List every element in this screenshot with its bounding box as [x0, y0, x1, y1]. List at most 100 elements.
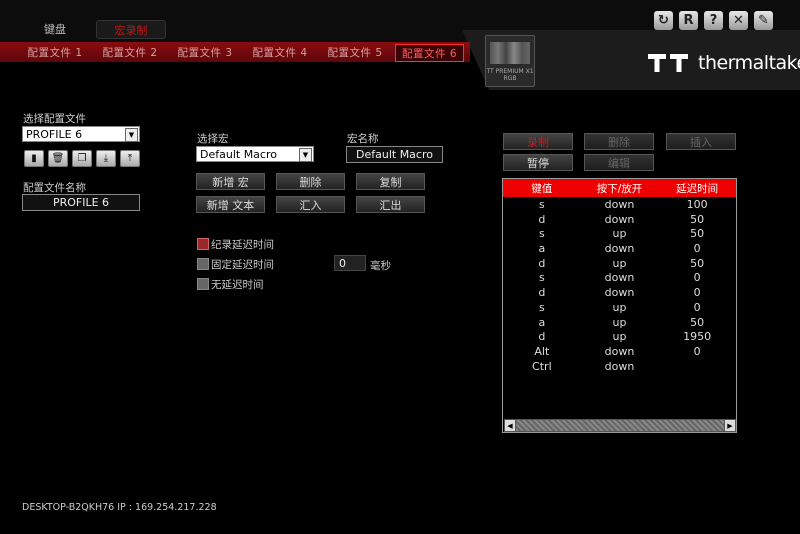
cell-delay — [658, 360, 736, 375]
cell-action: down — [604, 198, 635, 211]
keyboard-image — [490, 42, 530, 64]
cell-key: s — [538, 198, 545, 211]
thermaltake-logo-icon — [648, 54, 688, 72]
record-button[interactable]: 录制 — [503, 133, 573, 150]
cell-key: a — [538, 315, 546, 329]
record-delay-label: 纪录延迟时间 — [211, 239, 274, 251]
tab-profile-4[interactable]: 配置文件 4 — [245, 44, 315, 60]
table-body: s down 100 d down 50 s up 50 a down 0 d up 50 s dow… — [503, 198, 736, 374]
cell-key: d — [538, 330, 546, 344]
cell-delay: 0 — [693, 344, 701, 358]
fixed-delay-input[interactable]: 0 — [334, 255, 366, 271]
profile-select[interactable]: PROFILE 6 ▼ — [22, 126, 140, 142]
table-row[interactable]: s down 0 — [503, 271, 736, 286]
no-delay-checkbox[interactable] — [197, 278, 209, 290]
cell-key: Alt — [534, 344, 550, 358]
select-profile-label: 选择配置文件 — [23, 113, 86, 125]
column-press-release[interactable]: 按下/放开 — [581, 179, 659, 197]
tab-profile-1[interactable]: 配置文件 1 — [20, 44, 90, 60]
new-text-button[interactable]: 新增 文本 — [196, 196, 265, 213]
chevron-down-icon[interactable]: ▼ — [299, 148, 312, 162]
table-row[interactable]: d down 50 — [503, 213, 736, 228]
reset-icon[interactable]: R — [679, 11, 698, 30]
table-row[interactable]: s up 0 — [503, 301, 736, 316]
copy-macro-button[interactable]: 复制 — [356, 173, 425, 190]
horizontal-scrollbar[interactable]: ◀ ▶ — [504, 419, 736, 432]
macro-select[interactable]: Default Macro ▼ — [196, 146, 314, 162]
tools-icon[interactable]: ✎ — [754, 11, 773, 30]
cell-action: down — [604, 344, 635, 358]
macro-steps-table: 键值 按下/放开 延迟时间 s down 100 d down 50 s up 50 a do… — [502, 178, 737, 433]
table-row[interactable]: d up 50 — [503, 257, 736, 272]
table-header: 键值 按下/放开 延迟时间 — [503, 179, 736, 197]
table-row[interactable]: d up 1950 — [503, 330, 736, 345]
cell-key: s — [538, 300, 545, 314]
table-row[interactable]: d down 0 — [503, 286, 736, 301]
edit-step-button[interactable]: 编辑 — [584, 154, 654, 171]
import-macro-button[interactable]: 汇入 — [276, 196, 345, 213]
export-icon[interactable]: ⤒ — [120, 150, 140, 167]
cell-key: d — [538, 286, 546, 300]
new-macro-button[interactable]: 新增 宏 — [196, 173, 265, 190]
cell-delay: 50 — [690, 227, 705, 241]
cell-key: Ctrl — [532, 359, 552, 373]
insert-step-button[interactable]: 插入 — [666, 133, 736, 150]
help-icon[interactable]: ? — [704, 11, 723, 30]
close-icon[interactable]: ✕ — [729, 11, 748, 30]
pause-button[interactable]: 暂停 — [503, 154, 573, 171]
cell-key: s — [538, 271, 545, 285]
refresh-icon[interactable]: ↻ — [654, 11, 673, 30]
export-macro-button[interactable]: 汇出 — [356, 196, 425, 213]
cell-action: up — [612, 256, 627, 270]
copy-icon[interactable]: ❐ — [72, 150, 92, 167]
tab-profile-2[interactable]: 配置文件 2 — [95, 44, 165, 60]
fixed-delay-label: 固定延迟时间 — [211, 259, 274, 271]
table-row[interactable]: Alt down 0 — [503, 345, 736, 360]
scroll-right-icon[interactable]: ▶ — [725, 420, 735, 431]
device-thumbnail[interactable]: TT PREMIUM X1 RGB — [485, 35, 535, 87]
macro-name-field[interactable]: Default Macro — [346, 146, 443, 163]
tab-keyboard[interactable]: 键盘 — [30, 20, 80, 37]
table-row[interactable]: s down 100 — [503, 198, 736, 213]
delete-step-button[interactable]: 删除 — [584, 133, 654, 150]
device-label: TT PREMIUM X1 RGB — [486, 68, 534, 82]
profile-name-label: 配置文件名称 — [23, 182, 86, 194]
table-row[interactable]: s up 50 — [503, 227, 736, 242]
profile-name-field[interactable]: PROFILE 6 — [22, 194, 140, 211]
tab-profile-5[interactable]: 配置文件 5 — [320, 44, 390, 60]
cell-action: up — [612, 300, 627, 314]
cell-key: d — [538, 256, 546, 270]
column-key[interactable]: 键值 — [503, 179, 581, 197]
scrollbar-thumb[interactable] — [516, 420, 724, 431]
host-ip-status: DESKTOP-B2QKH76 IP : 169.254.217.228 — [22, 502, 217, 513]
table-row[interactable]: Ctrl down — [503, 360, 736, 375]
cell-delay: 100 — [686, 198, 708, 211]
cell-action: up — [612, 227, 627, 241]
tab-profile-3[interactable]: 配置文件 3 — [170, 44, 240, 60]
cell-delay: 0 — [693, 300, 701, 314]
save-icon[interactable]: ▮ — [24, 150, 44, 167]
cell-delay: 50 — [690, 315, 705, 329]
select-macro-label: 选择宏 — [197, 133, 229, 145]
trash-icon[interactable]: 🗑 — [48, 150, 68, 167]
cell-action: up — [612, 315, 627, 329]
scroll-left-icon[interactable]: ◀ — [505, 420, 515, 431]
table-row[interactable]: a down 0 — [503, 242, 736, 257]
tab-macro[interactable]: 宏录制 — [96, 20, 166, 39]
tab-profile-6[interactable]: 配置文件 6 — [395, 44, 464, 62]
brand-name: thermaltake — [698, 52, 800, 74]
column-delay[interactable]: 延迟时间 — [658, 179, 736, 197]
delete-macro-button[interactable]: 删除 — [276, 173, 345, 190]
chevron-down-icon[interactable]: ▼ — [125, 128, 138, 142]
fixed-delay-checkbox[interactable] — [197, 258, 209, 270]
cell-action: up — [612, 330, 627, 344]
macro-name-label: 宏名称 — [347, 133, 379, 145]
cell-delay: 0 — [693, 271, 701, 285]
import-icon[interactable]: ⤓ — [96, 150, 116, 167]
cell-delay: 0 — [693, 286, 701, 300]
table-row[interactable]: a up 50 — [503, 316, 736, 331]
cell-action: down — [604, 212, 635, 226]
cell-action: down — [604, 271, 635, 285]
record-delay-checkbox[interactable] — [197, 238, 209, 250]
profile-select-value: PROFILE 6 — [26, 127, 83, 141]
